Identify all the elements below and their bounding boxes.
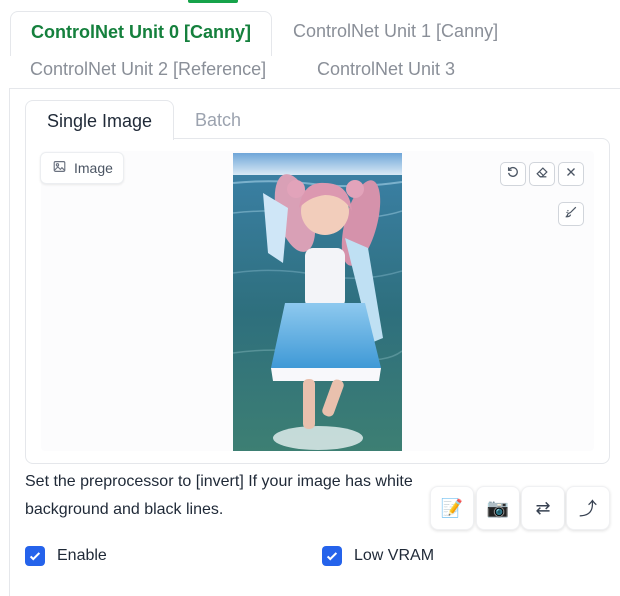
close-icon [564,165,578,184]
undo-button[interactable] [500,162,526,186]
uploaded-image [233,153,402,451]
camera-icon: 📷 [486,497,510,518]
checkmark-icon [29,552,41,561]
tab-batch[interactable]: Batch [195,108,241,132]
curved-arrow-icon: ⤴ [579,499,597,519]
tab-controlnet-unit-2[interactable]: ControlNet Unit 2 [Reference] [30,57,266,81]
enable-checkbox[interactable] [25,546,45,566]
tab-controlnet-unit-1[interactable]: ControlNet Unit 1 [Canny] [293,19,498,43]
image-label: Image [40,152,124,184]
swap-arrows-icon: ⇄ [535,497,551,518]
eraser-icon [535,165,549,184]
low-vram-checkbox-row[interactable]: Low VRAM [322,546,434,566]
brush-icon [564,205,578,224]
eraser-button[interactable] [529,162,555,186]
tab-controlnet-unit-0[interactable]: ControlNet Unit 0 [Canny] [10,11,272,56]
image-icon [53,160,66,176]
edit-button[interactable]: 📝 [430,486,474,530]
brush-button[interactable] [558,202,584,226]
checkmark-icon [326,552,338,561]
undo-icon [506,165,520,184]
low-vram-checkbox[interactable] [322,546,342,566]
tab-controlnet-unit-3[interactable]: ControlNet Unit 3 [317,57,455,81]
memo-icon: 📝 [440,497,464,518]
tab-single-image[interactable]: Single Image [25,100,174,140]
top-accent-bar [188,0,238,3]
enable-label: Enable [57,547,107,564]
enable-checkbox-row[interactable]: Enable [25,546,107,566]
swap-button[interactable]: ⇄ [521,486,565,530]
low-vram-label: Low VRAM [354,547,435,564]
preprocessor-hint: Set the preprocessor to [invert] If your… [25,473,413,518]
webcam-button[interactable]: 📷 [476,486,520,530]
clear-image-button[interactable] [558,162,584,186]
image-label-text: Image [74,160,113,176]
send-dimensions-button[interactable]: ⤴ [566,486,610,530]
